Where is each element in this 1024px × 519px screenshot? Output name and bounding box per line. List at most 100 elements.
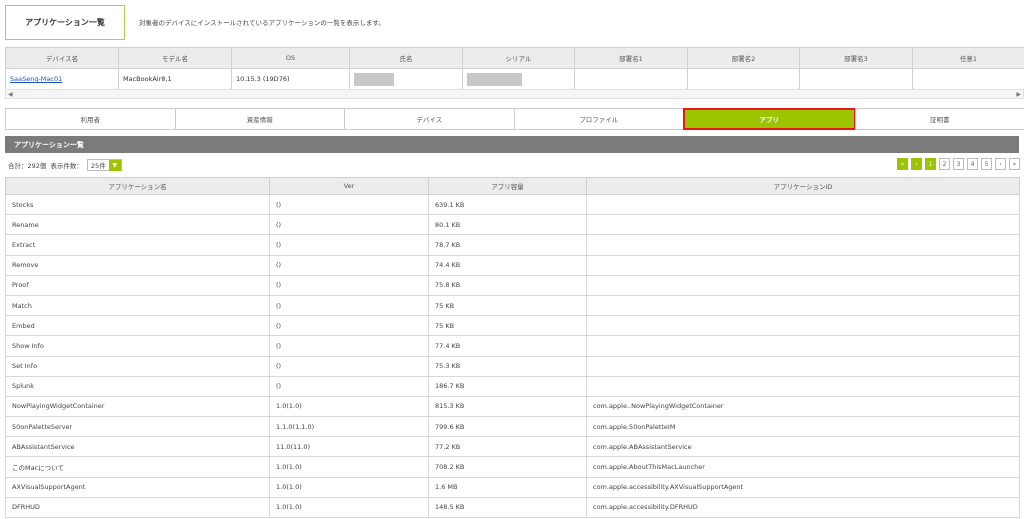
table-row: Rename() 80.1 KB: [5, 214, 1020, 236]
app-id-cell: [586, 214, 1020, 236]
scroll-left-icon[interactable]: ◀: [8, 90, 13, 99]
app-size-cell: 78.7 KB: [428, 234, 587, 256]
app-name-cell: Splunk: [5, 375, 270, 397]
table-row: Set Info() 75.3 KB: [5, 355, 1020, 377]
page-title: アプリケーション一覧: [25, 18, 105, 27]
table-row: Match() 75 KB: [5, 294, 1020, 317]
col-header-size[interactable]: アプリ容量: [428, 177, 587, 195]
app-id-cell: com.apple.50onPaletteIM: [586, 416, 1020, 438]
page-button-3[interactable]: 3: [953, 158, 964, 170]
first-page-button[interactable]: «: [897, 158, 908, 170]
app-table-header: アプリケーション名 Ver アプリ容量 アプリケーションID: [5, 177, 1020, 195]
col-header-app-id[interactable]: アプリケーションID: [586, 177, 1020, 195]
page-button-4[interactable]: 4: [967, 158, 978, 170]
tab-certificates[interactable]: 証明書: [854, 108, 1024, 130]
list-meta: 合計：292個 表示件数： 25件 ▼: [8, 159, 122, 171]
section-title: アプリケーション一覧: [14, 140, 84, 149]
app-id-cell: [586, 315, 1020, 337]
app-id-cell: com.apple.AboutThisMacLauncher: [586, 456, 1020, 478]
redacted-serial: [467, 72, 522, 86]
section-header: アプリケーション一覧: [5, 136, 1019, 153]
app-version-cell: 1.0(1.0): [269, 476, 429, 498]
app-name-cell: Match: [5, 294, 270, 317]
total-count: 合計：292個: [8, 162, 47, 170]
dropdown-arrow-icon[interactable]: ▼: [108, 159, 121, 171]
last-page-button[interactable]: »: [1009, 158, 1020, 170]
app-size-cell: 148.5 KB: [428, 496, 587, 519]
app-size-cell: 75.8 KB: [428, 274, 587, 296]
table-row: DFRHUD 1.0(1.0) 148.5 KB com.apple.accessib…: [5, 496, 1020, 519]
application-table: アプリケーション名 Ver アプリ容量 アプリケーションID Stocks() 6…: [5, 177, 1020, 519]
app-version-cell: 1.0(1.0): [269, 395, 429, 418]
page-button-2[interactable]: 2: [939, 158, 950, 170]
page-button-5[interactable]: 5: [981, 158, 992, 170]
app-size-cell: 74.4 KB: [428, 254, 587, 276]
device-os: 10.15.3 (19D76): [231, 68, 350, 90]
app-name-cell: Stocks: [5, 193, 270, 216]
tab-bar: 利用者 資産情報 デバイス プロファイル アプリ 証明書: [5, 108, 1024, 130]
app-version-cell: (): [269, 315, 429, 337]
tab-apps[interactable]: アプリ: [683, 108, 856, 130]
tab-asset-info[interactable]: 資産情報: [174, 108, 345, 130]
table-row: Splunk() 186.7 KB: [5, 375, 1020, 397]
app-version-cell: 1.1.0(1.1.0): [269, 416, 429, 438]
app-name-cell: NowPlayingWidgetContainer: [5, 395, 270, 418]
app-size-cell: 1.6 MB: [428, 476, 587, 498]
app-size-cell: 77.4 KB: [428, 335, 587, 357]
app-version-cell: (): [269, 254, 429, 276]
app-version-cell: 1.0(1.0): [269, 456, 429, 478]
app-name-cell: Proof: [5, 274, 270, 296]
app-size-cell: 815.3 KB: [428, 395, 587, 418]
app-size-cell: 639.1 KB: [428, 193, 587, 216]
table-row: Proof() 75.8 KB: [5, 274, 1020, 296]
tab-profile[interactable]: プロファイル: [513, 108, 684, 130]
horizontal-scrollbar[interactable]: ◀ ▶: [5, 89, 1024, 99]
app-size-cell: 75 KB: [428, 315, 587, 337]
col-header: 氏名: [349, 47, 463, 69]
table-row: 50onPaletteServer 1.1.0(1.1.0) 799.6 KB com…: [5, 416, 1020, 438]
app-id-cell: [586, 355, 1020, 377]
app-id-cell: com.apple..NowPlayingWidgetContainer: [586, 395, 1020, 418]
device-row: SaaSeng-Mac01 MacBookAir8,1 10.15.3 (19D…: [5, 68, 1024, 90]
redacted-name: [354, 72, 394, 86]
app-version-cell: (): [269, 294, 429, 317]
app-name-cell: DFRHUD: [5, 496, 270, 519]
app-id-cell: com.apple.ABAssistantService: [586, 436, 1020, 458]
app-name-cell: AXVisualSupportAgent: [5, 476, 270, 498]
page-description: 対象者のデバイスにインストールされているアプリケーションの一覧を表示します。: [139, 19, 385, 27]
app-version-cell: (): [269, 355, 429, 377]
col-header-app-name[interactable]: アプリケーション名: [5, 177, 270, 195]
tab-user[interactable]: 利用者: [5, 108, 176, 130]
app-id-cell: [586, 234, 1020, 256]
app-id-cell: [586, 274, 1020, 296]
app-version-cell: (): [269, 234, 429, 256]
table-row: Stocks() 639.1 KB: [5, 193, 1020, 216]
col-header: デバイス名: [5, 47, 119, 69]
app-id-cell: [586, 193, 1020, 216]
app-size-cell: 75 KB: [428, 294, 587, 317]
prev-page-button[interactable]: ‹: [911, 158, 922, 170]
per-page-select[interactable]: 25件 ▼: [86, 159, 122, 171]
app-id-cell: [586, 375, 1020, 397]
page-button-1[interactable]: 1: [925, 158, 936, 170]
app-name-cell: Remove: [5, 254, 270, 276]
col-header: 部署名2: [687, 47, 800, 69]
app-size-cell: 77.2 KB: [428, 436, 587, 458]
table-row: Show Info() 77.4 KB: [5, 335, 1020, 357]
page-title-box: アプリケーション一覧: [5, 5, 125, 40]
table-row: Remove() 74.4 KB: [5, 254, 1020, 276]
per-page-label: 表示件数：: [50, 162, 83, 170]
app-id-cell: com.apple.accessibility.AXVisualSupportA…: [586, 476, 1020, 498]
col-header-version[interactable]: Ver: [269, 177, 429, 195]
table-row: NowPlayingWidgetContainer 1.0(1.0) 815.3 K…: [5, 395, 1020, 418]
app-version-cell: 1.0(1.0): [269, 496, 429, 519]
col-header: OS: [231, 47, 350, 69]
app-version-cell: (): [269, 274, 429, 296]
table-row: Embed() 75 KB: [5, 315, 1020, 337]
tab-device[interactable]: デバイス: [344, 108, 515, 130]
next-page-button[interactable]: ›: [995, 158, 1006, 170]
device-table-header: デバイス名 モデル名 OS 氏名 シリアル 部署名1 部署名2 部署名3 任意1: [5, 47, 1024, 69]
app-name-cell: 50onPaletteServer: [5, 416, 270, 438]
scroll-right-icon[interactable]: ▶: [1016, 90, 1021, 99]
device-name-link[interactable]: SaaSeng-Mac01: [10, 75, 62, 83]
